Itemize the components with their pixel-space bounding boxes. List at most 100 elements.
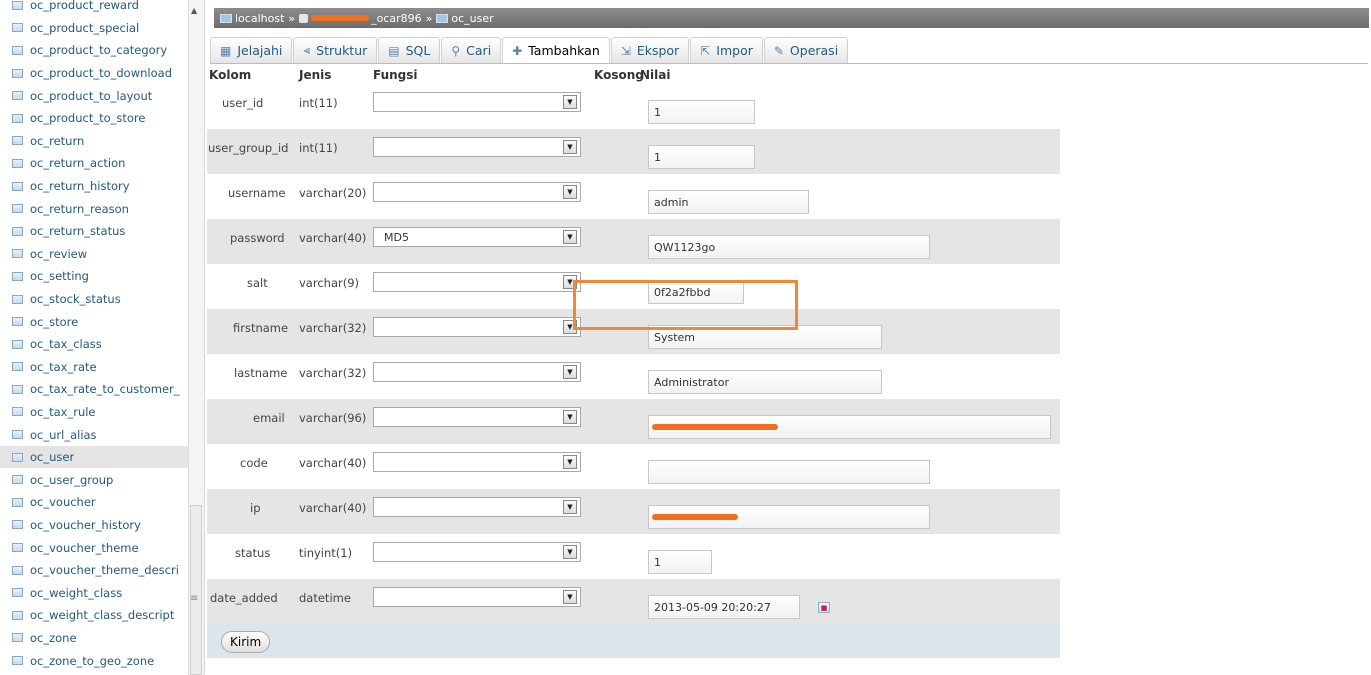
column-name: username <box>228 186 286 200</box>
sidebar-table-item[interactable]: oc_tax_class <box>0 333 190 356</box>
sidebar-table-item[interactable]: oc_product_reward <box>0 0 190 17</box>
function-select[interactable]: ▼ <box>373 587 581 607</box>
column-name: password <box>230 231 285 245</box>
insert-icon: ✚ <box>512 43 523 58</box>
tab-label: Cari <box>466 43 492 58</box>
dropdown-arrow-icon[interactable]: ▼ <box>563 275 577 289</box>
value-input[interactable] <box>648 100 755 124</box>
scroll-up-arrow-icon[interactable]: ▲ <box>191 6 197 15</box>
sidebar-table-item[interactable]: oc_product_to_layout <box>0 84 190 107</box>
sidebar-table-item[interactable]: oc_voucher <box>0 491 190 514</box>
column-name: user_group_id <box>208 141 289 155</box>
function-select[interactable]: ▼ <box>373 272 581 292</box>
value-input[interactable] <box>648 595 800 619</box>
sidebar-table-item[interactable]: oc_setting <box>0 265 190 288</box>
tab-struktur[interactable]: ⫷ Struktur <box>293 37 378 63</box>
function-select[interactable]: ▼ <box>373 497 581 517</box>
table-icon <box>12 588 23 598</box>
function-select[interactable]: ▼ <box>373 542 581 562</box>
tab-impor[interactable]: ⇱ Impor <box>690 37 763 63</box>
sidebar-table-item[interactable]: oc_weight_class <box>0 581 190 604</box>
sidebar-table-item[interactable]: oc_tax_rate <box>0 356 190 379</box>
sidebar-table-item[interactable]: oc_store <box>0 310 190 333</box>
sidebar-table-item[interactable]: oc_weight_class_descript <box>0 604 190 627</box>
breadcrumb-separator: » <box>288 11 296 25</box>
sidebar-table-item[interactable]: oc_url_alias <box>0 423 190 446</box>
function-select[interactable]: ▼ <box>373 407 581 427</box>
sidebar-table-item[interactable]: oc_product_to_store <box>0 107 190 130</box>
function-select[interactable]: ▼ <box>373 362 581 382</box>
value-input[interactable] <box>648 190 809 214</box>
sidebar-table-item[interactable]: oc_return_history <box>0 175 190 198</box>
sidebar-table-item[interactable]: oc_zone_to_geo_zone <box>0 649 190 672</box>
sidebar-scrollbar[interactable]: ▲ ≡ <box>188 0 204 675</box>
dropdown-arrow-icon[interactable]: ▼ <box>563 545 577 559</box>
sidebar-table-item[interactable]: oc_user_group <box>0 468 190 491</box>
function-select[interactable]: ▼ <box>373 452 581 472</box>
dropdown-arrow-icon[interactable]: ▼ <box>563 185 577 199</box>
header-column: Kolom <box>209 68 252 82</box>
dropdown-arrow-icon[interactable]: ▼ <box>563 590 577 604</box>
dropdown-arrow-icon[interactable]: ▼ <box>563 365 577 379</box>
tab-cari[interactable]: ⚲ Cari <box>441 37 502 63</box>
sidebar-table-item[interactable]: oc_user <box>0 445 190 469</box>
sidebar-table-item[interactable]: oc_product_special <box>0 17 190 40</box>
column-type: varchar(32) <box>299 366 367 380</box>
sidebar-table-item[interactable]: oc_return_reason <box>0 197 190 220</box>
table-icon <box>12 271 23 281</box>
value-input[interactable] <box>648 280 744 304</box>
tab-operasi[interactable]: ✎ Operasi <box>763 37 849 63</box>
sidebar-table-item[interactable]: oc_return_action <box>0 152 190 175</box>
sidebar-table-label: oc_voucher <box>30 495 96 510</box>
breadcrumb-database[interactable]: _ocar896 <box>371 12 422 25</box>
breadcrumb-table[interactable]: oc_user <box>451 12 493 25</box>
sidebar-table-item[interactable]: oc_voucher_history <box>0 514 190 537</box>
submit-button[interactable]: Kirim <box>221 631 271 653</box>
value-input[interactable] <box>648 370 882 394</box>
sidebar-table-item[interactable]: oc_voucher_theme <box>0 536 190 559</box>
sidebar-table-item[interactable]: oc_review <box>0 243 190 266</box>
sidebar-table-item[interactable]: oc_stock_status <box>0 288 190 311</box>
sidebar-table-label: oc_return <box>30 133 85 148</box>
sidebar-table-item[interactable]: oc_product_to_category <box>0 39 190 62</box>
sidebar-table-item[interactable]: oc_tax_rate_to_customer_ <box>0 378 190 401</box>
sidebar-table-item[interactable]: oc_product_to_download <box>0 62 190 85</box>
function-select[interactable]: ▼ <box>373 137 581 157</box>
scrollbar-thumb[interactable] <box>190 505 202 675</box>
dropdown-arrow-icon[interactable]: ▼ <box>563 410 577 424</box>
sidebar-table-item[interactable]: oc_zone <box>0 627 190 650</box>
header-null: Kosong <box>594 68 644 82</box>
dropdown-arrow-icon[interactable]: ▼ <box>563 140 577 154</box>
value-input[interactable] <box>648 145 755 169</box>
dropdown-arrow-icon[interactable]: ▼ <box>563 455 577 469</box>
function-select[interactable]: MD5 ▼ <box>373 227 581 247</box>
export-icon: ⇲ <box>620 43 631 58</box>
dropdown-arrow-icon[interactable]: ▼ <box>563 320 577 334</box>
tab-jelajahi[interactable]: ▦ Jelajahi <box>210 37 293 63</box>
value-input[interactable] <box>648 460 930 484</box>
sidebar-table-item[interactable]: oc_return_status <box>0 220 190 243</box>
function-select[interactable]: ▼ <box>373 317 581 337</box>
dropdown-arrow-icon[interactable]: ▼ <box>563 230 577 244</box>
dropdown-arrow-icon[interactable]: ▼ <box>563 500 577 514</box>
value-input[interactable] <box>648 235 930 259</box>
function-select[interactable]: ▼ <box>373 182 581 202</box>
tab-ekspor[interactable]: ⇲ Ekspor <box>610 37 690 63</box>
form-row-code: code varchar(40) ▼ <box>207 444 1060 489</box>
breadcrumb-server[interactable]: localhost <box>235 12 284 25</box>
sidebar-table-label: oc_setting <box>30 269 89 284</box>
sidebar-table-label: oc_product_special <box>30 20 140 35</box>
sidebar-table-item[interactable]: oc_tax_rule <box>0 401 190 424</box>
sidebar-table-item[interactable]: oc_voucher_theme_descri <box>0 559 190 582</box>
column-type: varchar(40) <box>299 456 367 470</box>
sidebar-table-label: oc_voucher_theme_descri <box>30 563 179 578</box>
value-input[interactable] <box>648 325 882 349</box>
tab-sql[interactable]: ▤ SQL <box>378 37 441 63</box>
operations-icon: ✎ <box>773 43 784 58</box>
sidebar-table-item[interactable]: oc_return <box>0 130 190 153</box>
dropdown-arrow-icon[interactable]: ▼ <box>563 95 577 109</box>
function-select[interactable]: ▼ <box>373 92 581 112</box>
calendar-icon[interactable]: ■ <box>818 602 830 613</box>
value-input[interactable] <box>648 550 712 574</box>
tab-tambahkan[interactable]: ✚ Tambahkan <box>502 37 610 63</box>
